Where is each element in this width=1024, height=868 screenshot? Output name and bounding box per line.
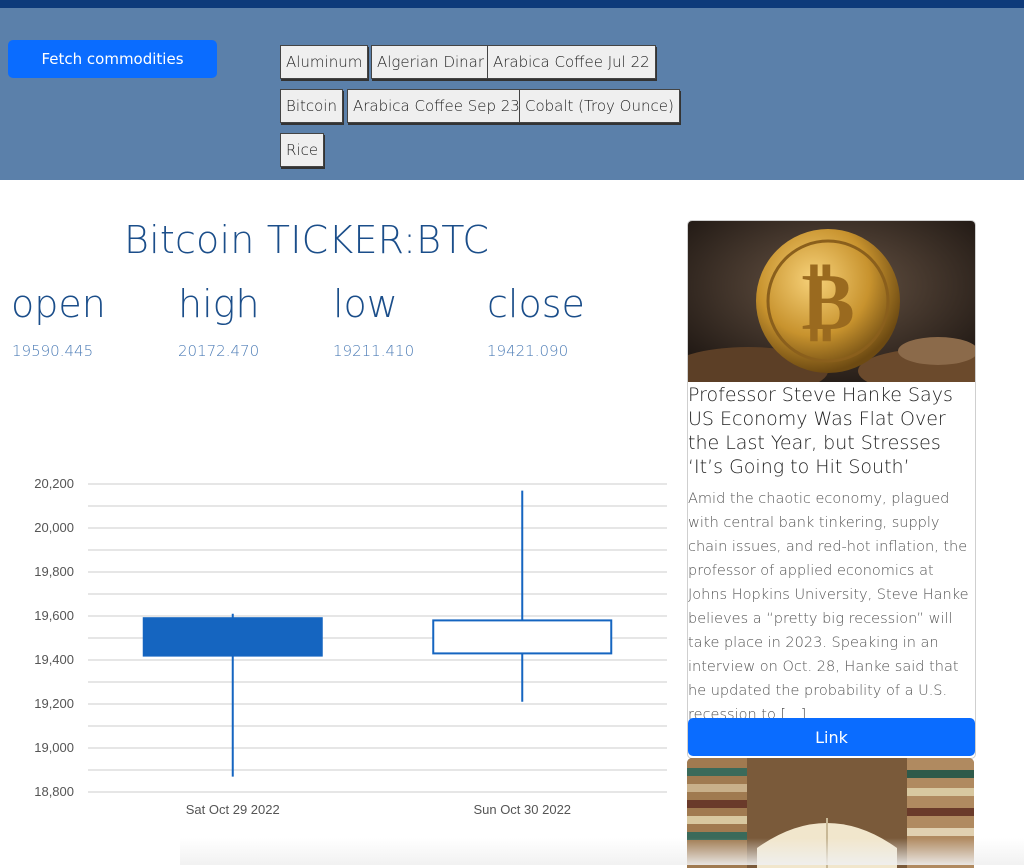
open-value: 19590.445	[12, 342, 94, 360]
open-label: open	[11, 282, 106, 326]
candle-body	[432, 619, 613, 655]
close-label: close	[487, 282, 585, 326]
top-strip	[0, 0, 1024, 8]
y-tick-label: 19,600	[34, 608, 74, 623]
header-bar: Fetch commodities Aluminum Algerian Dina…	[0, 8, 1024, 180]
close-value: 19421.090	[487, 342, 569, 360]
high-label: high	[178, 282, 260, 326]
low-value: 19211.410	[333, 342, 415, 360]
x-tick-label: Sat Oct 29 2022	[186, 802, 280, 817]
news-summary: Amid the chaotic economy, plagued with c…	[688, 491, 969, 723]
news-title: Professor Steve Hanke Says US Economy Wa…	[688, 384, 953, 478]
y-tick-label: 18,800	[34, 784, 74, 799]
commodity-chip-arabica-jul22[interactable]: Arabica Coffee Jul 22	[487, 45, 656, 79]
y-tick-label: 20,000	[34, 520, 74, 535]
bitcoin-coin-image: ₿	[688, 221, 975, 382]
commodity-chip-arabica-sep23[interactable]: Arabica Coffee Sep 23	[347, 89, 526, 123]
low-label: low	[333, 282, 398, 326]
y-tick-label: 19,800	[34, 564, 74, 579]
y-tick-label: 19,200	[34, 696, 74, 711]
news-card: ₿ Professor Steve Hanke Says US Economy …	[687, 220, 976, 759]
commodity-chip-bitcoin[interactable]: Bitcoin	[280, 89, 343, 123]
svg-text:₿: ₿	[801, 255, 854, 348]
page-title: Bitcoin TICKER:BTC	[124, 218, 490, 262]
candle-body	[142, 617, 323, 657]
y-tick-label: 20,200	[34, 476, 74, 491]
y-tick-label: 19,000	[34, 740, 74, 755]
candlestick-chart: 18,800 19,000 19,200 19,400 19,600 19,800 20,0…	[34, 476, 667, 817]
bottom-fade	[180, 838, 1024, 865]
commodity-chip-algerian-dinar[interactable]: Algerian Dinar	[371, 45, 491, 79]
high-value: 20172.470	[178, 342, 260, 360]
commodity-chip-rice[interactable]: Rice	[280, 133, 325, 167]
y-tick-label: 19,400	[34, 652, 74, 667]
commodity-chip-cobalt[interactable]: Cobalt (Troy Ounce)	[519, 89, 680, 123]
x-tick-label: Sun Oct 30 2022	[473, 802, 571, 817]
fetch-commodities-button[interactable]: Fetch commodities	[8, 40, 217, 78]
commodity-chip-aluminum[interactable]: Aluminum	[280, 45, 369, 79]
news-link-button[interactable]: Link	[688, 718, 975, 756]
